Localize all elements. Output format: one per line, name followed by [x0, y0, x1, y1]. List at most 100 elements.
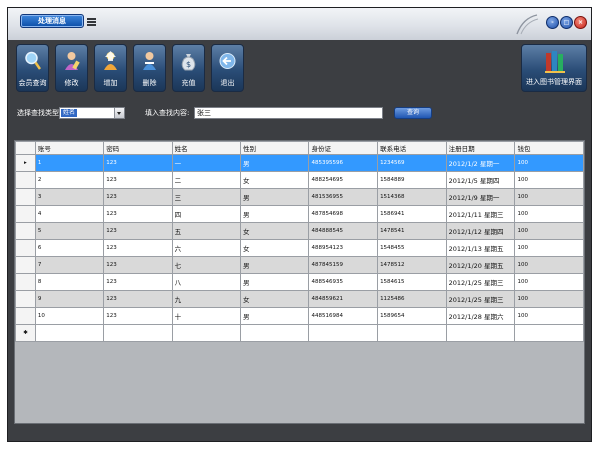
new-row-cell[interactable] — [103, 324, 173, 342]
cell-id-card[interactable]: 485395596 — [308, 154, 379, 172]
cell-name[interactable]: 一 — [171, 154, 242, 172]
cell-id-card[interactable]: 484888545 — [308, 222, 379, 240]
modify-button[interactable]: 修改 — [55, 44, 88, 92]
cell-phone[interactable]: 1478512 — [377, 256, 447, 274]
cell-password[interactable]: 123 — [103, 256, 173, 274]
row-header-cell[interactable] — [15, 273, 36, 291]
cell-id-card[interactable]: 448516984 — [308, 307, 379, 325]
table-row[interactable]: ▸ 1 123 一男 485395596 1234569 2012/1/2 星期一 100 — [15, 154, 584, 172]
cell-register-date[interactable]: 2012/1/2 星期一 — [445, 154, 516, 172]
column-header-gender[interactable]: 性别 — [240, 141, 310, 155]
row-header-cell[interactable] — [15, 205, 36, 223]
cell-phone[interactable]: 1514368 — [377, 188, 447, 206]
cell-account[interactable]: 3 — [34, 188, 105, 206]
cell-name[interactable]: 八 — [171, 273, 242, 291]
column-header-phone[interactable]: 联系电话 — [377, 141, 447, 155]
maximize-button[interactable]: □ — [560, 16, 573, 29]
cell-gender[interactable]: 男 — [240, 188, 310, 206]
cell-password[interactable]: 123 — [103, 205, 173, 223]
cell-phone[interactable]: 1584889 — [377, 171, 447, 189]
cell-phone[interactable]: 1125486 — [377, 290, 447, 308]
row-header-cell[interactable] — [15, 239, 36, 257]
new-row-cell[interactable] — [377, 324, 447, 342]
table-row[interactable]: 8 123 八男 488546935 1584615 2012/1/25 星期三 100 — [15, 273, 584, 291]
chevron-down-icon[interactable] — [114, 108, 124, 118]
cell-phone[interactable]: 1586941 — [377, 205, 447, 223]
new-row-cell[interactable] — [308, 324, 379, 342]
cell-wallet[interactable]: 100 — [514, 188, 584, 206]
exit-button[interactable]: 退出 — [211, 44, 244, 92]
cell-register-date[interactable]: 2012/1/5 星期四 — [445, 171, 516, 189]
cell-id-card[interactable]: 488254695 — [308, 171, 379, 189]
cell-name[interactable]: 十 — [171, 307, 242, 325]
cell-wallet[interactable]: 100 — [514, 171, 584, 189]
cell-account[interactable]: 8 — [34, 273, 105, 291]
cell-password[interactable]: 123 — [103, 154, 173, 172]
cell-register-date[interactable]: 2012/1/20 星期五 — [445, 256, 516, 274]
new-row-marker[interactable]: ✱ — [15, 324, 36, 342]
cell-gender[interactable]: 女 — [240, 290, 310, 308]
cell-wallet[interactable]: 100 — [514, 307, 584, 325]
cell-password[interactable]: 123 — [103, 273, 173, 291]
table-row[interactable]: 9 123 九女 484859621 1125486 2012/1/25 星期三 100 — [15, 290, 584, 308]
cell-wallet[interactable]: 100 — [514, 239, 584, 257]
cell-name[interactable]: 二 — [171, 171, 242, 189]
cell-id-card[interactable]: 484859621 — [308, 290, 379, 308]
cell-register-date[interactable]: 2012/1/11 星期三 — [445, 205, 516, 223]
table-row[interactable]: 4 123 四男 487854698 1586941 2012/1/11 星期三 100 — [15, 205, 584, 223]
cell-account[interactable]: 1 — [34, 154, 105, 172]
cell-wallet[interactable]: 100 — [514, 154, 584, 172]
cell-phone[interactable]: 1478541 — [377, 222, 447, 240]
column-header-register-date[interactable]: 注册日期 — [445, 141, 516, 155]
cell-account[interactable]: 4 — [34, 205, 105, 223]
cell-account[interactable]: 5 — [34, 222, 105, 240]
cell-gender[interactable]: 男 — [240, 273, 310, 291]
cell-id-card[interactable]: 487854698 — [308, 205, 379, 223]
menu-icon[interactable] — [87, 18, 96, 26]
cell-gender[interactable]: 男 — [240, 307, 310, 325]
cell-name[interactable]: 三 — [171, 188, 242, 206]
row-header-cell[interactable] — [15, 307, 36, 325]
cell-gender[interactable]: 男 — [240, 205, 310, 223]
search-type-select[interactable]: 姓名 — [59, 107, 125, 119]
cell-id-card[interactable]: 488546935 — [308, 273, 379, 291]
new-row-cell[interactable] — [171, 324, 242, 342]
table-row[interactable]: 10 123 十男 448516984 1589654 2012/1/28 星期六 100 — [15, 307, 584, 325]
table-row[interactable]: 5 123 五女 484888545 1478541 2012/1/12 星期四 100 — [15, 222, 584, 240]
cell-register-date[interactable]: 2012/1/25 星期三 — [445, 273, 516, 291]
new-record-row[interactable]: ✱ — [15, 324, 584, 342]
cell-wallet[interactable]: 100 — [514, 222, 584, 240]
cell-phone[interactable]: 1589654 — [377, 307, 447, 325]
table-row[interactable]: 7 123 七男 487845159 1478512 2012/1/20 星期五 100 — [15, 256, 584, 274]
cell-gender[interactable]: 男 — [240, 256, 310, 274]
cell-name[interactable]: 九 — [171, 290, 242, 308]
cell-name[interactable]: 五 — [171, 222, 242, 240]
cell-id-card[interactable]: 488954123 — [308, 239, 379, 257]
new-row-cell[interactable] — [34, 324, 105, 342]
cell-password[interactable]: 123 — [103, 290, 173, 308]
column-header-account[interactable]: 账号 — [34, 141, 105, 155]
cell-account[interactable]: 10 — [34, 307, 105, 325]
cell-password[interactable]: 123 — [103, 188, 173, 206]
cell-id-card[interactable]: 481536955 — [308, 188, 379, 206]
cell-password[interactable]: 123 — [103, 239, 173, 257]
cell-gender[interactable]: 女 — [240, 171, 310, 189]
column-header-name[interactable]: 姓名 — [171, 141, 242, 155]
add-button[interactable]: 增加 — [94, 44, 127, 92]
cell-account[interactable]: 9 — [34, 290, 105, 308]
row-header-cell[interactable] — [15, 256, 36, 274]
cell-password[interactable]: 123 — [103, 222, 173, 240]
cell-account[interactable]: 7 — [34, 256, 105, 274]
column-header-wallet[interactable]: 钱包 — [514, 141, 584, 155]
table-row[interactable]: 3 123 三男 481536955 1514368 2012/1/9 星期一 100 — [15, 188, 584, 206]
cell-register-date[interactable]: 2012/1/12 星期四 — [445, 222, 516, 240]
new-row-cell[interactable] — [514, 324, 584, 342]
cell-name[interactable]: 六 — [171, 239, 242, 257]
query-button[interactable]: 查询 — [394, 107, 432, 119]
row-header-cell[interactable] — [15, 290, 36, 308]
cell-account[interactable]: 6 — [34, 239, 105, 257]
cell-register-date[interactable]: 2012/1/13 星期五 — [445, 239, 516, 257]
cell-name[interactable]: 七 — [171, 256, 242, 274]
cell-register-date[interactable]: 2012/1/25 星期三 — [445, 290, 516, 308]
cell-password[interactable]: 123 — [103, 171, 173, 189]
